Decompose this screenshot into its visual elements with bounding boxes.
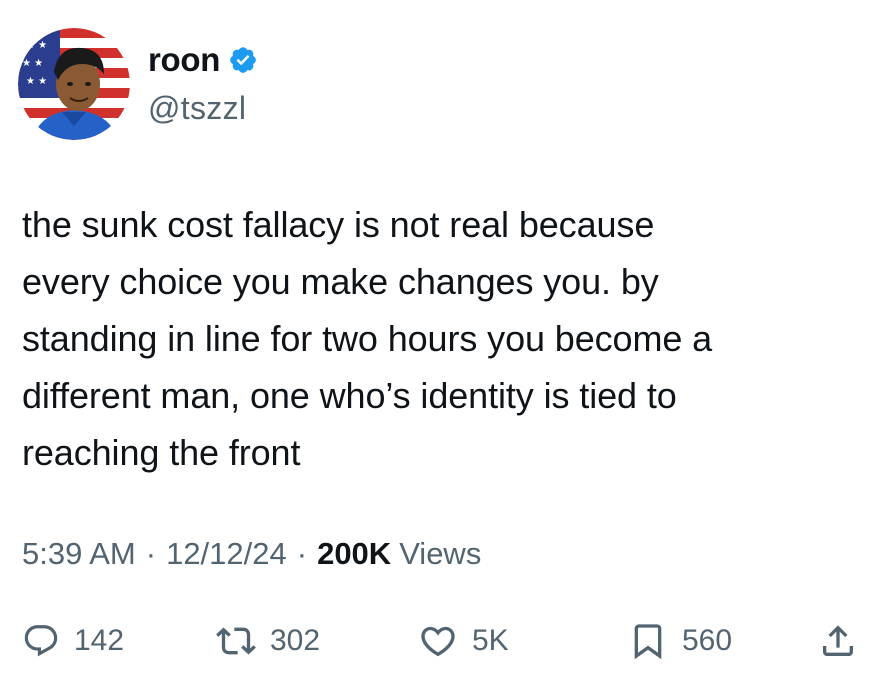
bookmark-icon [634,624,662,660]
tweet-meta: 5:39 AM · 12/12/24 · 200K Views [22,536,481,572]
meta-separator: · [145,536,157,571]
tweet-card: ★ ★ ★ ★ ★ ★ roon @tszzl the sunk cost fa… [0,0,884,700]
tweet-date[interactable]: 12/12/24 [166,536,287,572]
name-row: roon [148,40,258,80]
reply-icon [24,625,58,657]
bookmark-count: 560 [682,624,733,657]
retweet-icon [216,627,256,655]
handle[interactable]: @tszzl [148,90,258,127]
svg-text:★ ★: ★ ★ [26,76,47,87]
views-label: Views [399,536,482,571]
avatar-image: ★ ★ ★ ★ ★ ★ [18,28,130,140]
bookmark-button[interactable]: 560 [628,616,732,666]
display-name[interactable]: roon [148,41,220,79]
svg-text:★ ★: ★ ★ [26,40,47,51]
views-count: 200K [317,536,392,571]
like-count: 5K [472,624,509,657]
like-button[interactable]: 5K [418,616,509,666]
retweet-button[interactable]: 302 [216,616,320,666]
share-button[interactable] [818,616,858,666]
tweet-time[interactable]: 5:39 AM [22,536,136,572]
retweet-count: 302 [270,624,321,657]
meta-separator: · [296,536,308,571]
avatar[interactable]: ★ ★ ★ ★ ★ ★ [18,28,130,140]
author-block: roon @tszzl [148,40,258,127]
svg-text:★ ★: ★ ★ [22,58,43,69]
share-icon [823,625,853,656]
heart-icon [421,626,455,657]
action-bar: 142 302 5K 560 [0,616,884,666]
tweet-text: the sunk cost fallacy is not real becaus… [22,204,713,473]
verified-badge-icon[interactable] [228,45,258,75]
reply-count: 142 [74,624,125,657]
reply-button[interactable]: 142 [22,616,124,666]
